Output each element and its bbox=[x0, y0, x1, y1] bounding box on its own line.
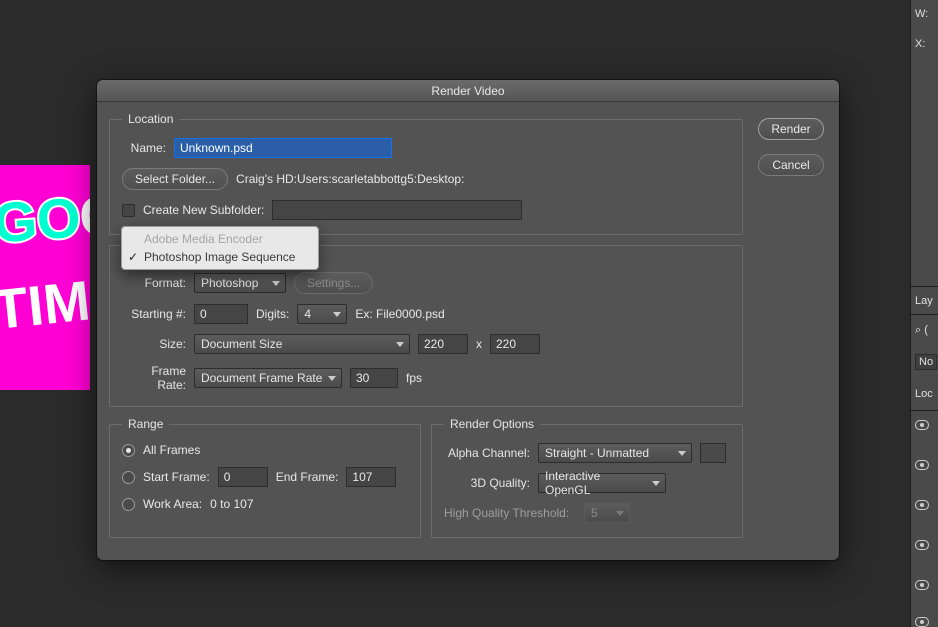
layer-visibility-4[interactable] bbox=[915, 540, 929, 550]
render-button[interactable]: Render bbox=[758, 118, 824, 140]
encoder-option-pis[interactable]: ✓ Photoshop Image Sequence bbox=[122, 248, 318, 266]
start-frame-label: Start Frame: bbox=[143, 470, 210, 484]
starting-number-input[interactable] bbox=[194, 304, 248, 324]
format-label: Format: bbox=[122, 276, 186, 290]
all-frames-radio[interactable] bbox=[122, 444, 135, 457]
eye-icon bbox=[915, 617, 929, 627]
layer-visibility-2[interactable] bbox=[915, 460, 929, 470]
chevron-down-icon bbox=[652, 481, 660, 486]
eye-icon bbox=[915, 460, 929, 470]
chevron-down-icon bbox=[678, 451, 686, 456]
work-area-label: Work Area: bbox=[143, 497, 202, 511]
range-group: Range All Frames Start Frame: End Frame: bbox=[109, 417, 421, 538]
digits-label: Digits: bbox=[256, 307, 289, 321]
encoder-option-ame: Adobe Media Encoder bbox=[122, 230, 318, 248]
checkmark-icon: ✓ bbox=[128, 250, 138, 264]
layer-visibility-5[interactable] bbox=[915, 580, 929, 590]
height-input[interactable] bbox=[490, 334, 540, 354]
select-folder-button[interactable]: Select Folder... bbox=[122, 168, 228, 190]
render-options-group: Render Options Alpha Channel: Straight -… bbox=[431, 417, 743, 538]
dialog-title: Render Video bbox=[97, 80, 839, 102]
cancel-button[interactable]: Cancel bbox=[758, 154, 824, 176]
chevron-down-icon bbox=[333, 312, 341, 317]
size-label: Size: bbox=[122, 337, 186, 351]
settings-button: Settings... bbox=[294, 272, 373, 294]
eye-icon bbox=[915, 540, 929, 550]
name-input[interactable] bbox=[174, 138, 392, 158]
search-icon[interactable]: ⌕ ( bbox=[915, 324, 928, 337]
alpha-label: Alpha Channel: bbox=[444, 446, 530, 460]
chevron-down-icon bbox=[396, 342, 404, 347]
all-frames-label: All Frames bbox=[143, 443, 200, 457]
folder-path-text: Craig's HD:Users:scarletabbottg5:Desktop… bbox=[236, 172, 464, 186]
transform-x-label: X: bbox=[915, 38, 925, 50]
format-select[interactable]: Photoshop bbox=[194, 273, 286, 293]
work-area-radio[interactable] bbox=[122, 498, 135, 511]
chevron-down-icon bbox=[616, 511, 624, 516]
eye-icon bbox=[915, 500, 929, 510]
layers-tab-label[interactable]: Lay bbox=[915, 295, 933, 307]
chevron-down-icon bbox=[328, 376, 336, 381]
eye-icon bbox=[915, 580, 929, 590]
digits-select[interactable]: 4 bbox=[297, 304, 347, 324]
hq-threshold-label: High Quality Threshold: bbox=[444, 506, 576, 520]
render-options-legend: Render Options bbox=[444, 417, 540, 431]
framerate-unit: fps bbox=[406, 371, 422, 385]
location-group: Location Name: Select Folder... Craig's … bbox=[109, 112, 743, 235]
layer-visibility-6[interactable] bbox=[915, 617, 929, 627]
transform-w-label: W: bbox=[915, 8, 928, 20]
width-input[interactable] bbox=[418, 334, 468, 354]
name-label: Name: bbox=[122, 141, 166, 155]
end-frame-input[interactable] bbox=[346, 467, 396, 487]
artwork-good-times: GO C TIM bbox=[0, 169, 90, 389]
end-frame-label: End Frame: bbox=[276, 470, 339, 484]
subfolder-name-input[interactable] bbox=[272, 200, 522, 220]
quality-label: 3D Quality: bbox=[444, 476, 530, 490]
properties-panel-sliver: W: X: Lay ⌕ ( No Loc bbox=[910, 0, 938, 627]
layer-visibility-1[interactable] bbox=[915, 420, 929, 430]
framerate-label: Frame Rate: bbox=[122, 364, 186, 392]
matte-color-swatch[interactable] bbox=[700, 443, 726, 463]
size-select[interactable]: Document Size bbox=[194, 334, 410, 354]
lock-label: Loc bbox=[915, 388, 933, 400]
create-subfolder-checkbox[interactable] bbox=[122, 204, 135, 217]
work-area-value: 0 to 107 bbox=[210, 497, 253, 511]
start-frame-radio[interactable] bbox=[122, 471, 135, 484]
svg-text:GO: GO bbox=[0, 186, 83, 255]
render-video-dialog: Render Video Location Name: Select Folde… bbox=[97, 80, 839, 560]
create-subfolder-label: Create New Subfolder: bbox=[143, 203, 264, 217]
layer-filter-kind[interactable]: No bbox=[915, 354, 937, 370]
filename-example: Ex: File0000.psd bbox=[355, 307, 444, 321]
starting-label: Starting #: bbox=[122, 307, 186, 321]
quality-select[interactable]: Interactive OpenGL bbox=[538, 473, 666, 493]
hq-threshold-select: 5 bbox=[584, 503, 630, 523]
range-legend: Range bbox=[122, 417, 169, 431]
x-separator: x bbox=[476, 337, 482, 351]
start-frame-input[interactable] bbox=[218, 467, 268, 487]
alpha-select[interactable]: Straight - Unmatted bbox=[538, 443, 692, 463]
eye-icon bbox=[915, 420, 929, 430]
framerate-preset-select[interactable]: Document Frame Rate bbox=[194, 368, 342, 388]
svg-text:TIM: TIM bbox=[0, 268, 90, 341]
chevron-down-icon bbox=[272, 281, 280, 286]
canvas-document-preview: GO C TIM bbox=[0, 165, 90, 390]
layer-visibility-3[interactable] bbox=[915, 500, 929, 510]
framerate-input[interactable] bbox=[350, 368, 398, 388]
location-legend: Location bbox=[122, 112, 179, 126]
encoder-dropdown-popup: Adobe Media Encoder ✓ Photoshop Image Se… bbox=[121, 226, 319, 270]
